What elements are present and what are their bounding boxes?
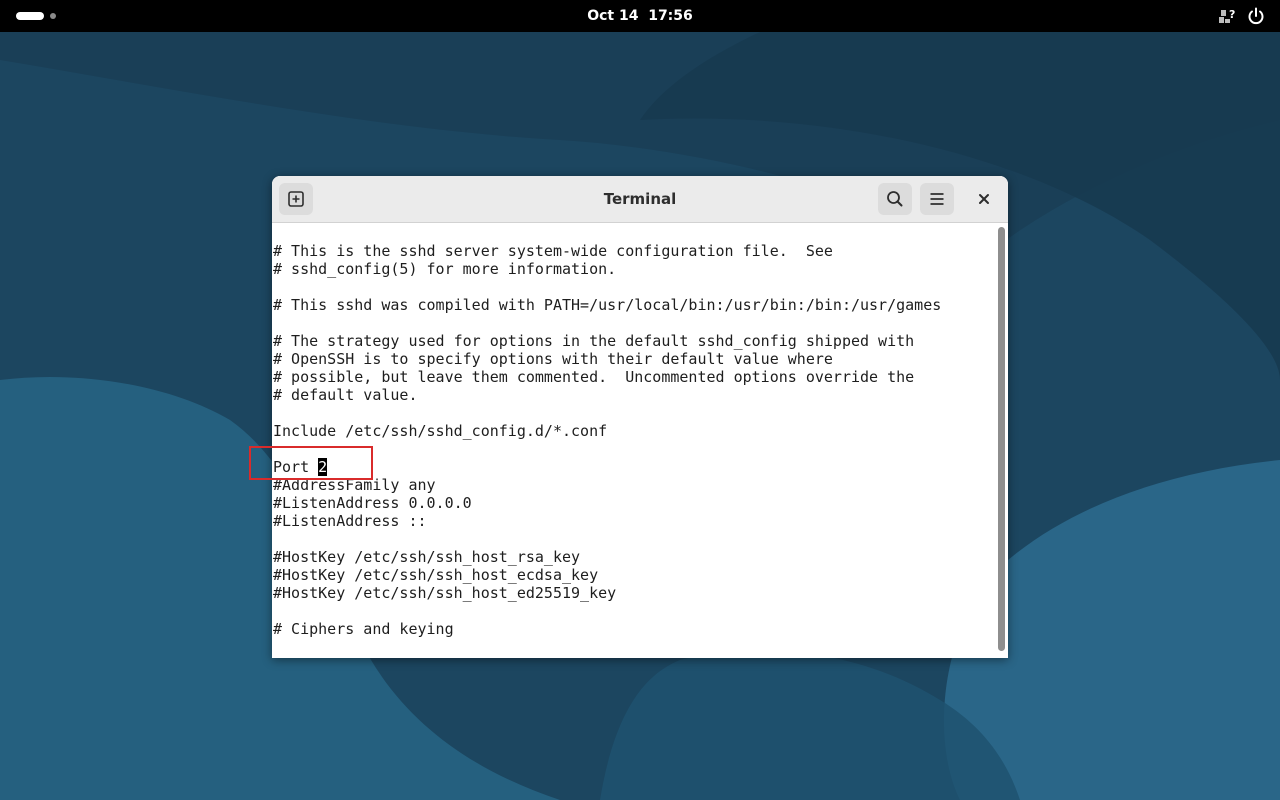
svg-text:?: ? <box>1229 8 1235 21</box>
new-tab-icon <box>288 191 304 207</box>
text-cursor: 2 <box>318 458 328 476</box>
hamburger-menu-icon <box>930 193 944 205</box>
clock: Oct 14 17:56 <box>0 0 1280 32</box>
close-icon <box>979 194 989 204</box>
activities-button[interactable] <box>16 12 44 20</box>
terminal-line: #ListenAddress 0.0.0.0 <box>273 494 472 512</box>
power-icon[interactable] <box>1246 6 1266 26</box>
new-tab-button[interactable] <box>279 183 313 215</box>
terminal-line: # Ciphers and keying <box>273 620 454 638</box>
terminal-content[interactable]: # This is the sshd server system-wide co… <box>272 223 994 658</box>
terminal-line: # default value. <box>273 386 418 404</box>
terminal-line: # OpenSSH is to specify options with the… <box>273 350 833 368</box>
workspace-indicator[interactable] <box>50 13 56 19</box>
top-bar: Oct 14 17:56 ? <box>0 0 1280 32</box>
terminal-window: Terminal # This is the sshd server syste… <box>272 176 1008 658</box>
clock-time[interactable]: 17:56 <box>648 8 693 24</box>
terminal-line: # The strategy used for options in the d… <box>273 332 915 350</box>
terminal-line: #ListenAddress :: <box>273 512 427 530</box>
terminal-line: Include /etc/ssh/sshd_config.d/*.conf <box>273 422 608 440</box>
terminal-line: #HostKey /etc/ssh/ssh_host_rsa_key <box>273 548 581 566</box>
terminal-line: #AddressFamily any <box>273 476 436 494</box>
main-menu-button[interactable] <box>920 183 954 215</box>
terminal-line: #HostKey /etc/ssh/ssh_host_ed25519_key <box>273 584 617 602</box>
terminal-line: #HostKey /etc/ssh/ssh_host_ecdsa_key <box>273 566 599 584</box>
desktop: Oct 14 17:56 ? Terminal # This is the ss… <box>0 0 1280 800</box>
scrollbar[interactable] <box>994 223 1008 658</box>
cursor-line-text: Port <box>273 458 319 476</box>
terminal-line: # sshd_config(5) for more information. <box>273 260 617 278</box>
terminal-lines: # This is the sshd server system-wide co… <box>273 242 941 638</box>
clock-date[interactable]: Oct 14 <box>587 8 638 24</box>
terminal-cursor-line: Port 2 <box>273 458 941 476</box>
terminal-line: # This is the sshd server system-wide co… <box>273 242 833 260</box>
network-icon[interactable]: ? <box>1218 7 1238 25</box>
terminal-line: # This sshd was compiled with PATH=/usr/… <box>273 296 942 314</box>
header-bar: Terminal <box>272 176 1008 223</box>
search-button[interactable] <box>878 183 912 215</box>
search-icon <box>887 191 903 207</box>
scrollbar-thumb[interactable] <box>998 227 1005 651</box>
close-button[interactable] <box>971 186 997 212</box>
terminal-line: # possible, but leave them commented. Un… <box>273 368 915 386</box>
